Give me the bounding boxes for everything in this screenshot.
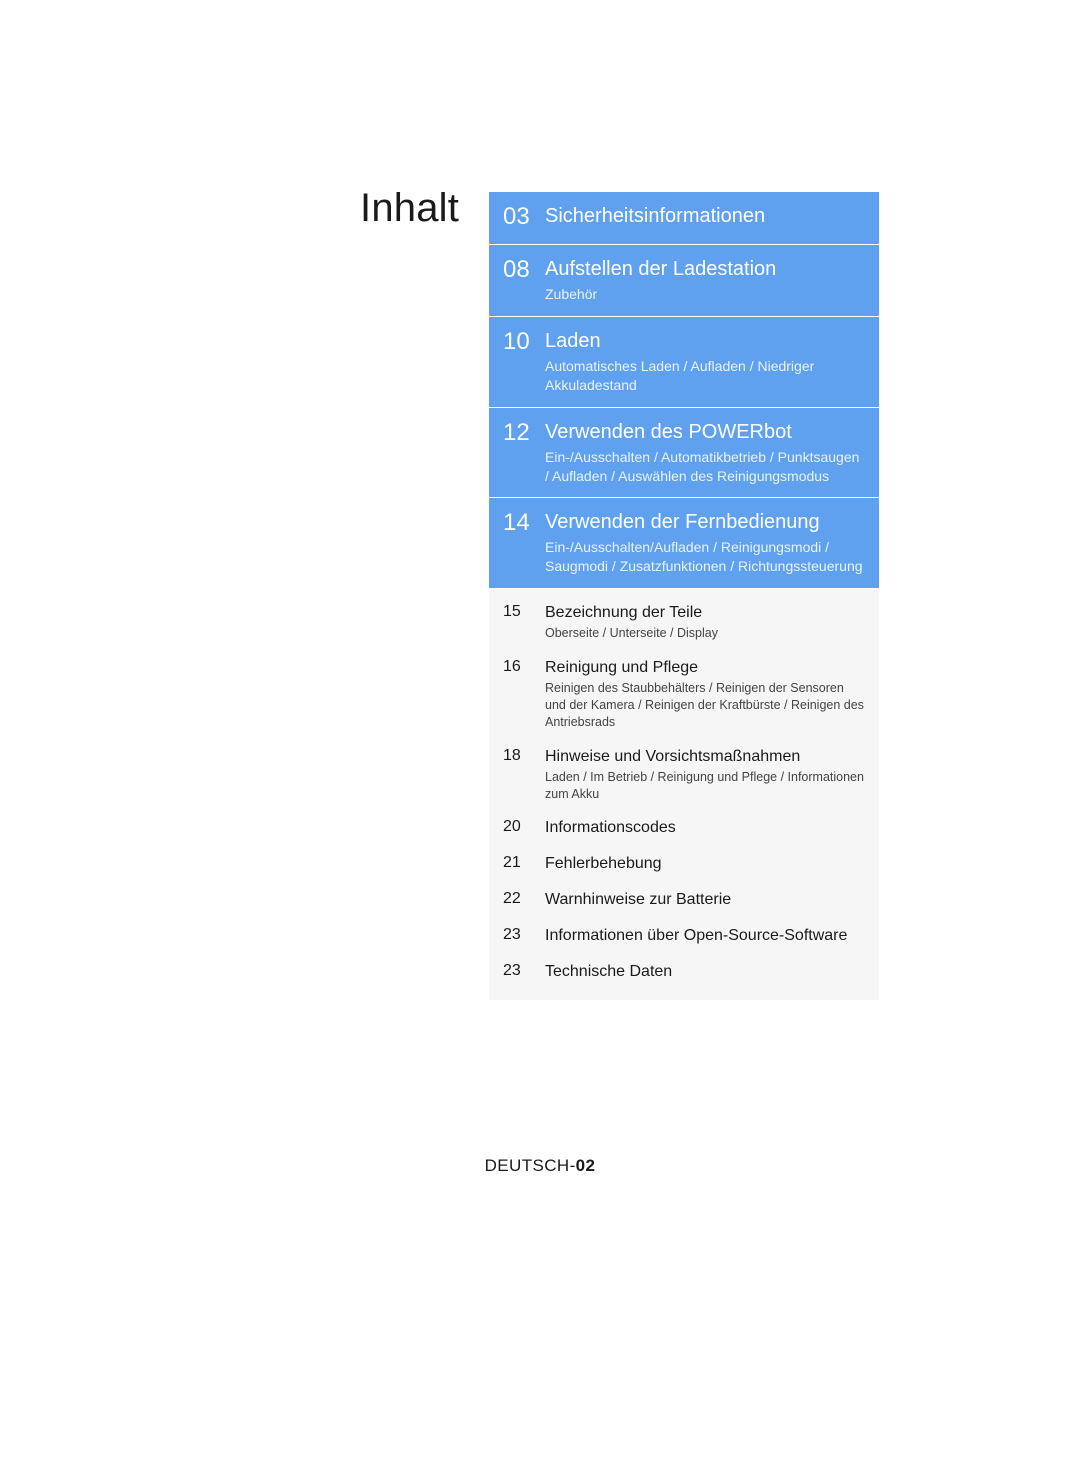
table-of-contents: 03 Sicherheitsinformationen 08 Aufstelle… <box>489 192 879 1000</box>
toc-page-number: 21 <box>503 854 535 874</box>
toc-heading: Laden <box>545 329 865 353</box>
footer-page-number: 02 <box>576 1156 596 1175</box>
page-title: Inhalt <box>360 186 459 231</box>
toc-minor-item: 15 Bezeichnung der Teile Oberseite / Unt… <box>503 603 865 642</box>
toc-page-number: 10 <box>503 329 535 395</box>
toc-minor-item: 20 Informationscodes <box>503 818 865 838</box>
toc-page-number: 03 <box>503 204 535 232</box>
toc-minor-item: 16 Reinigung und Pflege Reinigen des Sta… <box>503 658 865 731</box>
toc-subheading: Automatisches Laden / Aufladen / Niedrig… <box>545 357 865 395</box>
toc-heading: Sicherheitsinformationen <box>545 204 865 228</box>
toc-heading: Aufstellen der Ladestation <box>545 257 865 281</box>
toc-page-number: 15 <box>503 603 535 642</box>
toc-subheading: Oberseite / Unterseite / Display <box>545 625 865 642</box>
toc-page-number: 16 <box>503 658 535 731</box>
toc-page-number: 23 <box>503 962 535 982</box>
toc-minor-item: 21 Fehlerbehebung <box>503 854 865 874</box>
toc-heading: Warnhinweise zur Batterie <box>545 890 865 910</box>
toc-minor-block: 15 Bezeichnung der Teile Oberseite / Unt… <box>489 589 879 1000</box>
toc-page-number: 20 <box>503 818 535 838</box>
toc-heading: Informationen über Open-Source-Software <box>545 926 865 946</box>
toc-heading: Reinigung und Pflege <box>545 658 865 678</box>
toc-subheading: Reinigen des Staubbehälters / Reinigen d… <box>545 680 865 731</box>
toc-major-item: 14 Verwenden der Fernbedienung Ein-/Auss… <box>489 498 879 589</box>
toc-subheading: Zubehör <box>545 285 865 304</box>
toc-subheading: Laden / Im Betrieb / Reinigung und Pfleg… <box>545 769 865 803</box>
toc-heading: Bezeichnung der Teile <box>545 603 865 623</box>
toc-heading: Hinweise und Vorsichtsmaßnahmen <box>545 747 865 767</box>
toc-heading: Verwenden der Fernbedienung <box>545 510 865 534</box>
footer-language: DEUTSCH- <box>485 1156 576 1175</box>
toc-minor-item: 23 Technische Daten <box>503 962 865 982</box>
toc-major-item: 10 Laden Automatisches Laden / Aufladen … <box>489 317 879 408</box>
toc-page-number: 12 <box>503 420 535 486</box>
toc-page-number: 08 <box>503 257 535 304</box>
toc-major-item: 08 Aufstellen der Ladestation Zubehör <box>489 245 879 317</box>
toc-heading: Fehlerbehebung <box>545 854 865 874</box>
toc-heading: Verwenden des POWERbot <box>545 420 865 444</box>
toc-subheading: Ein-/Ausschalten/Aufladen / Reinigungsmo… <box>545 538 865 576</box>
toc-minor-item: 23 Informationen über Open-Source-Softwa… <box>503 926 865 946</box>
toc-page-number: 18 <box>503 747 535 803</box>
toc-page-number: 14 <box>503 510 535 576</box>
page-footer: DEUTSCH-02 <box>0 1156 1080 1176</box>
toc-heading: Informationscodes <box>545 818 865 838</box>
toc-page-number: 23 <box>503 926 535 946</box>
toc-minor-item: 22 Warnhinweise zur Batterie <box>503 890 865 910</box>
toc-minor-item: 18 Hinweise und Vorsichtsmaßnahmen Laden… <box>503 747 865 803</box>
toc-subheading: Ein-/Ausschalten / Automatikbetrieb / Pu… <box>545 448 865 486</box>
toc-page-number: 22 <box>503 890 535 910</box>
toc-major-item: 03 Sicherheitsinformationen <box>489 192 879 245</box>
toc-major-item: 12 Verwenden des POWERbot Ein-/Ausschalt… <box>489 408 879 499</box>
toc-heading: Technische Daten <box>545 962 865 982</box>
